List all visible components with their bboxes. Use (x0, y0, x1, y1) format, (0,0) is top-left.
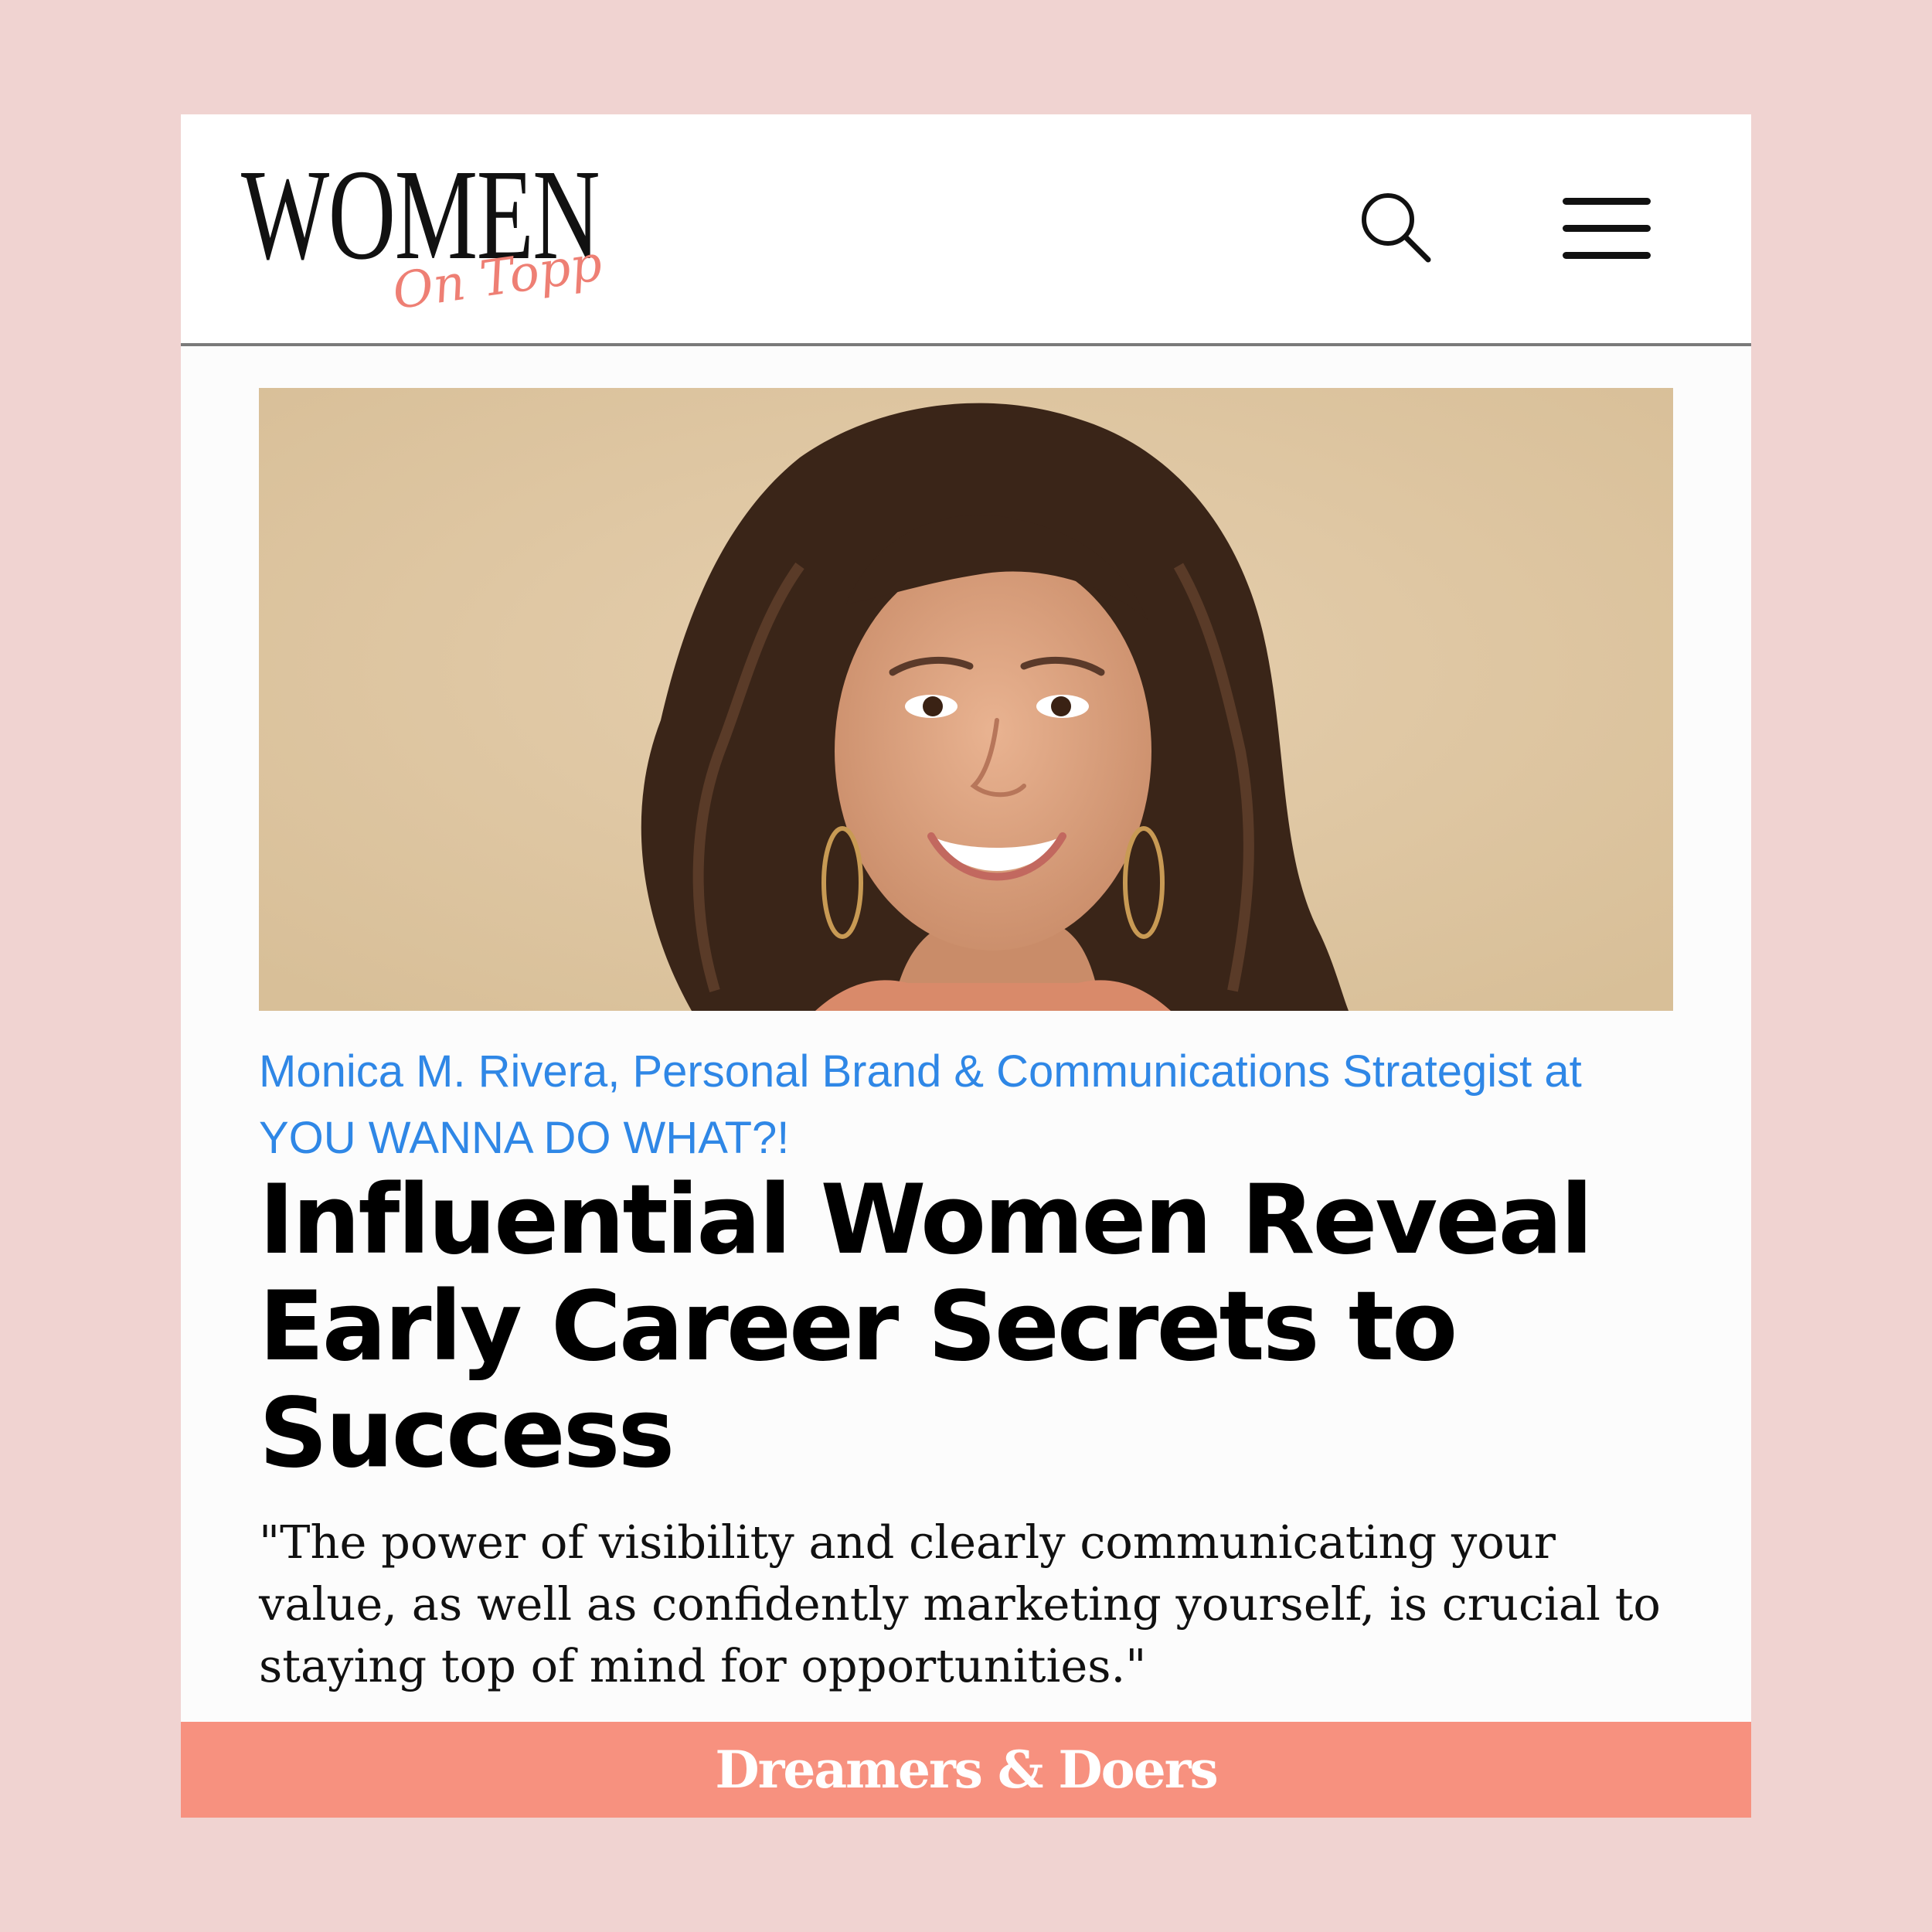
hamburger-menu-icon (1563, 198, 1651, 259)
footer-banner: Dreamers & Doers (181, 1722, 1751, 1818)
site-header: WOMEN On Topp (181, 114, 1751, 346)
site-logo[interactable]: WOMEN On Topp (241, 150, 606, 328)
search-button[interactable] (1359, 190, 1433, 264)
article-title[interactable]: Influential Women Reveal Early Career Se… (259, 1167, 1665, 1487)
article-quote: "The power of visibility and clearly com… (259, 1515, 1661, 1692)
footer-brand-label: Dreamers & Doers (715, 1740, 1218, 1800)
search-icon (1362, 193, 1431, 263)
menu-button[interactable] (1561, 196, 1652, 261)
portrait-photo (259, 388, 1673, 1011)
hero-image[interactable] (259, 388, 1673, 1011)
article-byline-link[interactable]: Monica M. Rivera, Personal Brand & Commu… (259, 1039, 1650, 1172)
article-card: WOMEN On Topp Monica M. Rivera, Personal… (181, 114, 1751, 1818)
